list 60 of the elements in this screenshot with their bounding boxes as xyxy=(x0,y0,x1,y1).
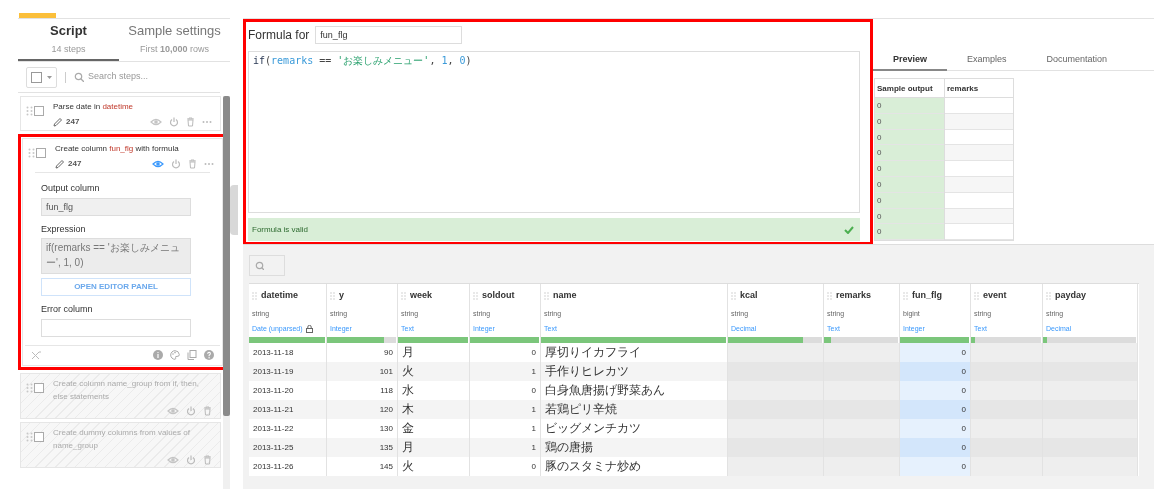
table-cell: 1 xyxy=(470,362,540,381)
table-cell: 0 xyxy=(900,362,970,381)
table-cell: 0 xyxy=(875,224,944,241)
table-cell: 0 xyxy=(900,438,970,457)
table-cell: 0 xyxy=(900,457,970,476)
table-cell: 火 xyxy=(398,362,469,381)
table-cell: 2013-11-21 xyxy=(249,400,326,419)
table-cell: 0 xyxy=(900,419,970,438)
panel-tab[interactable]: Script 14 steps xyxy=(18,19,119,61)
table-cell: 0 xyxy=(900,400,970,419)
step-title: Create dummy columns from values of name_group xyxy=(53,426,191,452)
table-cell: 1 xyxy=(470,438,540,457)
table-cell: 120 xyxy=(327,400,397,419)
column-name: week xyxy=(410,289,433,303)
column-name: fun_flg xyxy=(912,289,942,303)
column-name: name xyxy=(553,289,577,303)
preview-tab[interactable]: Preview xyxy=(873,49,948,71)
table-cell: 2013-11-25 xyxy=(249,438,326,457)
column-name: kcal xyxy=(740,289,758,303)
column-name: payday xyxy=(1055,289,1087,303)
step-title: Create column name_group from if, then, else statements xyxy=(53,377,200,403)
edit-count: 247 xyxy=(68,158,82,170)
table-cell: 1 xyxy=(470,400,540,419)
table-cell: 0 xyxy=(875,161,944,177)
table-cell: 手作りヒレカツ xyxy=(541,362,727,381)
step-card[interactable]: Parse date in datetime 247 xyxy=(20,96,221,131)
column-name-field[interactable]: fun_flg xyxy=(315,25,463,44)
table-cell: 135 xyxy=(327,438,397,457)
table-cell: 101 xyxy=(327,362,397,381)
validation-message: Formula is valid xyxy=(252,223,308,236)
step-title: Parse date in datetime xyxy=(53,101,135,113)
search-field[interactable]: Search steps... xyxy=(88,70,208,84)
table-cell: 月 xyxy=(398,438,469,457)
input-field[interactable]: fun_flg xyxy=(41,197,191,216)
formula-editor[interactable]: if(remarks == 'お楽しみメニュー', 1, 0) xyxy=(248,51,860,213)
table-cell: 2013-11-19 xyxy=(249,362,326,381)
table-cell: 0 xyxy=(875,145,944,162)
step-card[interactable]: Create column fun_flg with formula 247 Output column fun_flg Expression if(remarks == 'お楽しみメニュー', 1, 0) OPEN EDITOR PANEL Error column xyxy=(22,138,223,366)
preview-tab[interactable]: Documentation xyxy=(1026,49,1128,71)
table-cell: 0 xyxy=(900,381,970,400)
table-cell: 0 xyxy=(875,98,944,114)
table-cell: 0 xyxy=(900,343,970,362)
step-title: Create column fun_flg with formula xyxy=(55,143,180,155)
field-label: Error column xyxy=(41,303,94,316)
column-name: remarks xyxy=(836,289,872,303)
field-label: Output column xyxy=(41,182,101,195)
column-name: y xyxy=(339,289,344,303)
column-name: event xyxy=(983,289,1007,303)
code-line: if(remarks == 'お楽しみメニュー', 1, 0) xyxy=(253,54,473,68)
column-name: soldout xyxy=(482,289,515,303)
expression-field[interactable]: if(remarks == 'お楽しみメニュー', 1, 0) xyxy=(41,238,191,274)
table-cell: 若鶏ピリ辛焼 xyxy=(541,400,727,419)
table-cell: 鶏の唐揚 xyxy=(541,438,727,457)
edit-count: 247 xyxy=(66,116,80,128)
formula-label: Formula for xyxy=(248,26,310,44)
preview-tab[interactable]: Examples xyxy=(947,49,1027,71)
column-name: datetime xyxy=(261,289,298,303)
panel-tab[interactable]: Sample settings First 10,000 rows xyxy=(119,19,230,61)
field-label: Expression xyxy=(41,222,87,236)
table-cell: 木 xyxy=(398,400,469,419)
